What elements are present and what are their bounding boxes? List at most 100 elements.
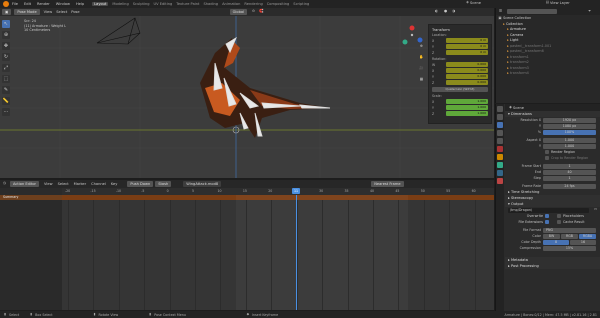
summary-channel[interactable]: Summary bbox=[0, 195, 62, 200]
tab-sculpting[interactable]: Sculpting bbox=[133, 2, 150, 6]
cache-result-checkbox[interactable] bbox=[557, 220, 561, 224]
mode-selector[interactable]: Pose Mode bbox=[14, 9, 40, 15]
menu-help[interactable]: Help bbox=[76, 2, 84, 6]
keyframe-area[interactable] bbox=[62, 195, 494, 310]
tab-uv-editing[interactable]: UV Editing bbox=[154, 2, 173, 6]
tab-layout[interactable]: Layout bbox=[92, 2, 109, 6]
resolution-percent-field[interactable]: 100% bbox=[543, 129, 596, 135]
scale-tool[interactable]: ⤢ bbox=[2, 64, 10, 72]
rotation-z-field[interactable]: 0.000 bbox=[446, 80, 488, 85]
scene-tab-icon[interactable] bbox=[497, 138, 503, 144]
folder-icon[interactable]: ▭ bbox=[593, 208, 598, 212]
tab-scripting[interactable]: Scripting bbox=[293, 2, 309, 6]
outliner-editor-icon[interactable]: ☰ bbox=[498, 9, 503, 14]
post-processing-section[interactable]: ▸ Post Processing bbox=[505, 263, 600, 269]
vp-menu-pose[interactable]: Pose bbox=[71, 10, 79, 14]
cursor-tool[interactable]: ⊕ bbox=[2, 31, 10, 39]
compression-slider[interactable]: 15% bbox=[543, 245, 596, 251]
scale-z-field[interactable]: 1.000 bbox=[446, 111, 488, 116]
frame-step-field[interactable]: 1 bbox=[543, 175, 596, 181]
camera-view-icon[interactable]: 🎥 bbox=[418, 66, 425, 74]
shading-solid-icon[interactable]: ● bbox=[443, 10, 448, 14]
ae-menu-marker[interactable]: Marker bbox=[74, 182, 86, 186]
overwrite-checkbox[interactable] bbox=[545, 214, 549, 218]
editor-type-button[interactable]: ▣ bbox=[2, 9, 12, 15]
ae-menu-key[interactable]: Key bbox=[111, 182, 118, 186]
stash-button[interactable]: Stash bbox=[155, 181, 172, 187]
tab-compositing[interactable]: Compositing bbox=[267, 2, 290, 6]
color-rgb-option[interactable]: RGB bbox=[561, 233, 578, 239]
timeline-ruler[interactable]: -20-15-10-5051015202530354045505560 bbox=[62, 188, 494, 195]
transform-tool[interactable]: ⬚ bbox=[2, 75, 10, 83]
rotation-x-field[interactable]: 0.000 bbox=[446, 68, 488, 73]
perspective-icon[interactable]: ▦ bbox=[418, 77, 425, 85]
view-layer-tab-icon[interactable] bbox=[497, 130, 503, 136]
tab-shading[interactable]: Shading bbox=[203, 2, 218, 6]
resolution-x-field[interactable]: 1920 px bbox=[543, 117, 596, 123]
frame-end-field[interactable]: 40 bbox=[543, 169, 596, 175]
placeholders-checkbox[interactable] bbox=[557, 214, 561, 218]
location-x-field[interactable]: 0 m bbox=[446, 38, 488, 43]
menu-edit[interactable]: Edit bbox=[24, 2, 31, 6]
menu-file[interactable]: File bbox=[12, 2, 18, 6]
color-bw-option[interactable]: BW bbox=[543, 233, 560, 239]
depth-16-option[interactable]: 16 bbox=[570, 239, 596, 245]
outliner-search-input[interactable] bbox=[507, 9, 557, 14]
zoom-icon[interactable]: ⊕ bbox=[418, 44, 425, 52]
render-tab-icon[interactable] bbox=[497, 114, 503, 120]
push-down-button[interactable]: Push Down bbox=[127, 181, 154, 187]
snapping-selector[interactable]: Nearest Frame bbox=[371, 181, 404, 187]
move-tool[interactable]: ✥ bbox=[2, 42, 10, 50]
color-rgba-option[interactable]: RGBA bbox=[579, 233, 596, 239]
tab-rendering[interactable]: Rendering bbox=[244, 2, 262, 6]
frame-start-field[interactable]: 1 bbox=[543, 163, 596, 169]
ae-menu-channel[interactable]: Channel bbox=[91, 182, 106, 186]
object-tab-icon[interactable] bbox=[497, 154, 503, 160]
ae-menu-select[interactable]: Select bbox=[58, 182, 69, 186]
scene-selector[interactable]: ◈ Scene bbox=[465, 1, 481, 5]
vp-menu-view[interactable]: View bbox=[44, 10, 53, 14]
location-y-field[interactable]: 0 m bbox=[446, 44, 488, 49]
rotate-tool[interactable]: ↻ bbox=[2, 53, 10, 61]
bone-tab-icon[interactable] bbox=[497, 170, 503, 176]
constraint-tab-icon[interactable] bbox=[497, 178, 503, 184]
orientation-selector[interactable]: Global bbox=[229, 9, 248, 15]
current-frame-indicator[interactable]: 11 bbox=[292, 188, 300, 194]
aspect-y-field[interactable]: 1.000 bbox=[543, 143, 596, 149]
snap-icon[interactable]: 🧲 bbox=[259, 10, 264, 14]
annotate-tool[interactable]: ✎ bbox=[2, 86, 10, 94]
resolution-y-field[interactable]: 1080 px bbox=[543, 123, 596, 129]
3d-viewport[interactable]: ▣ Pose Mode View Select Pose Global ⊙ 🧲 … bbox=[0, 8, 494, 178]
vp-menu-select[interactable]: Select bbox=[56, 10, 67, 14]
tool-tab-icon[interactable] bbox=[497, 106, 503, 112]
location-z-field[interactable]: 0 m bbox=[446, 50, 488, 55]
outliner-item[interactable]: ▸transform4 bbox=[498, 71, 598, 77]
tab-animation[interactable]: Animation bbox=[222, 2, 240, 6]
aspect-x-field[interactable]: 1.000 bbox=[543, 137, 596, 143]
action-name-field[interactable]: WingAttack.mod8 bbox=[183, 181, 222, 187]
menu-render[interactable]: Render bbox=[37, 2, 50, 6]
measure-tool[interactable]: 📏 bbox=[2, 97, 10, 105]
tab-texture-paint[interactable]: Texture Paint bbox=[176, 2, 199, 6]
menu-window[interactable]: Window bbox=[56, 2, 70, 6]
ae-menu-view[interactable]: View bbox=[44, 182, 53, 186]
select-tool[interactable]: ↖ bbox=[2, 20, 10, 28]
output-tab-icon[interactable] bbox=[497, 122, 503, 128]
filter-icon[interactable]: ⏷ bbox=[587, 9, 592, 14]
rotation-mode-selector[interactable]: Quaternion (WXYZ) bbox=[432, 87, 488, 92]
overlay-icon[interactable]: ◐ bbox=[434, 10, 439, 14]
rotation-w-field[interactable]: 0.000 bbox=[446, 62, 488, 67]
world-tab-icon[interactable] bbox=[497, 146, 503, 152]
view-layer-selector[interactable]: ▤ View Layer bbox=[545, 1, 570, 5]
pivot-icon[interactable]: ⊙ bbox=[251, 10, 256, 14]
render-region-checkbox[interactable] bbox=[545, 150, 549, 154]
frame-rate-selector[interactable]: 24 fps bbox=[543, 183, 596, 189]
depth-8-option[interactable]: 8 bbox=[543, 239, 569, 245]
armature-tab-icon[interactable] bbox=[497, 162, 503, 168]
file-format-selector[interactable]: PNG bbox=[543, 227, 596, 233]
output-path-input[interactable]: /tmp/Dragon\ bbox=[508, 207, 589, 213]
crop-region-checkbox[interactable] bbox=[545, 156, 549, 160]
action-editor[interactable]: ◷ Action Editor View Select Marker Chann… bbox=[0, 180, 494, 310]
tab-modeling[interactable]: Modeling bbox=[112, 2, 128, 6]
rotation-y-field[interactable]: 0.000 bbox=[446, 74, 488, 79]
